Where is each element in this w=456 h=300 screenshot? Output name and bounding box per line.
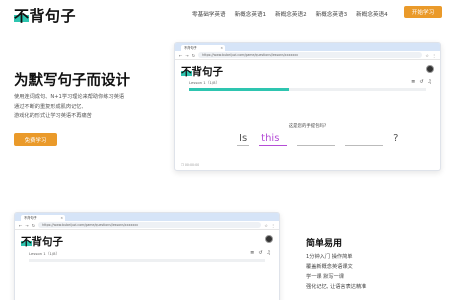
question-mark: ? [393,133,399,144]
url-field: https://www.bubeijuzi.com/game/questions… [198,52,423,58]
start-learning-button[interactable]: 开始学习 [404,6,442,18]
word-slot-empty [297,133,336,146]
menu-icon: ⋮ [271,222,275,228]
word-slot: Is [237,133,250,146]
lesson-tools: ≣ ↺ ♫ [411,79,432,85]
star-icon: ☆ [264,222,268,228]
word-slot-empty [345,133,384,146]
forward-icon: → [25,222,29,228]
browser-tabbar: 不背句子 × [15,213,279,221]
lesson-tools: ≣ ↺ ♫ [250,250,271,256]
close-icon: × [220,45,223,50]
hero-title: 为默写句子而设计 [14,73,130,89]
top-nav: 零基础学英语 新概念英语1 新概念英语2 新概念英语3 新概念英语4 [192,10,388,18]
app-header: 不背句子 [15,230,279,248]
features-title: 简单易用 [306,239,343,249]
nav-item-nce4[interactable]: 新概念英语4 [356,10,388,18]
lesson-label: Lesson 1（1/8） [189,80,220,85]
reload-icon: ↻ [31,222,36,228]
browser-tab: 不背句子 × [181,44,225,51]
nav-item-beginner[interactable]: 零基础学英语 [192,10,226,18]
free-learn-button[interactable]: 免费学习 [14,133,57,146]
landing-page: 不背句子 零基础学英语 新概念英语1 新概念英语2 新概念英语3 新概念英语4 … [0,0,456,300]
app-logo: 不背句子 [181,66,223,78]
back-icon: ← [179,52,183,58]
app-logo: 不背句子 [21,236,63,248]
feature-item: 强化记忆, 让语言表达精准 [306,284,367,290]
undo-icon: ↺ [258,250,263,256]
progress-fill [189,88,289,91]
address-bar: ← → ↻ https://www.bubeijuzi.com/game/que… [15,221,279,230]
feature-item: 覆盖新概念英语课文 [306,264,353,270]
lesson-bar: Lesson 1（1/8） ≣ ↺ ♫ [175,78,440,88]
word-slots: Is this ? [237,133,398,146]
hero-subtitle: 使用连词成句、N+1学习理论来帮助你练习英语 通过不断的重复形成肌肉记忆, 游戏… [14,94,125,119]
nav-item-nce3[interactable]: 新概念英语3 [316,10,348,18]
undo-icon: ↺ [419,79,424,85]
back-icon: ← [19,222,23,228]
sound-icon: ♫ [427,79,432,85]
list-icon: ≣ [411,79,416,85]
avatar [426,65,434,73]
nav-item-nce1[interactable]: 新概念英语1 [235,10,267,18]
nav-item-nce2[interactable]: 新概念英语2 [275,10,307,18]
lesson-label: Lesson 1（1/8） [29,251,60,256]
avatar [265,235,273,243]
lesson-bar: Lesson 1（1/8） ≣ ↺ ♫ [15,249,279,259]
question-prompt: 这是您的手提包吗? [288,124,327,129]
browser-mockup-lesson: 不背句子 × ← → ↻ https://www.bubeijuzi.com/g… [14,212,280,300]
feature-item: 学一课 默写一课 [306,274,344,280]
feature-item: 1分钟入门 操作简单 [306,254,353,260]
forward-icon: → [185,52,189,58]
star-icon: ☆ [425,52,429,58]
url-field: https://www.bubeijuzi.com/game/questions… [38,222,262,228]
sound-icon: ♫ [266,250,271,256]
browser-mockup-game: 不背句子 × ← → ↻ https://www.bubeijuzi.com/g… [174,42,441,171]
address-bar: ← → ↻ https://www.bubeijuzi.com/game/que… [175,51,440,60]
close-icon: × [60,215,63,220]
lesson-progress-bar [189,88,426,91]
features-list: 1分钟入门 操作简单 覆盖新概念英语课文 学一课 默写一课 强化记忆, 让语言表… [306,252,366,292]
browser-tabbar: 不背句子 × [175,43,440,51]
site-logo[interactable]: 不背句子 [14,5,76,25]
word-slot-active: this [259,133,288,146]
app-header: 不背句子 [175,60,440,78]
timer-label: ❐ 00:00:00 [181,163,200,167]
list-icon: ≣ [250,250,255,256]
browser-tab: 不背句子 × [21,214,65,221]
menu-icon: ⋮ [432,52,436,58]
lesson-progress-bar [29,259,265,262]
reload-icon: ↻ [191,52,196,58]
